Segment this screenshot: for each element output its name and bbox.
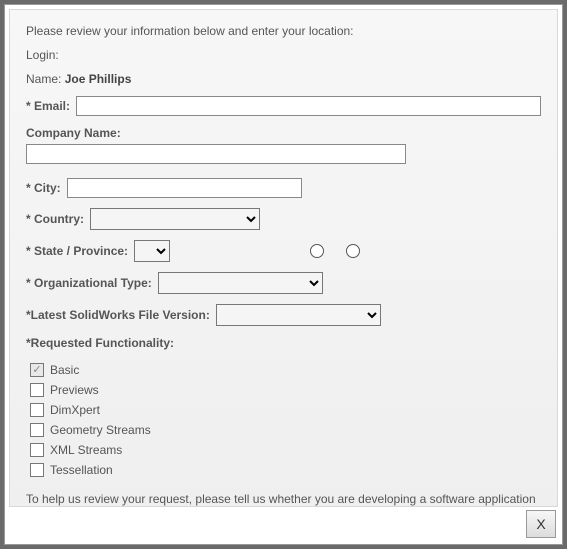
orgtype-row: * Organizational Type: [26,272,541,294]
checkbox-previews[interactable] [30,383,44,397]
filever-select[interactable] [216,304,381,326]
email-row: * Email: [26,96,541,116]
check-icon: ✓ [32,365,41,376]
checkbox-label: XML Streams [50,443,122,457]
close-icon: X [536,516,545,532]
country-select[interactable] [90,208,260,230]
city-label: * City: [26,181,61,195]
filever-label: *Latest SolidWorks File Version: [26,308,210,322]
intro-text: Please review your information below and… [26,24,541,38]
orgtype-label: * Organizational Type: [26,276,152,290]
city-input[interactable] [67,178,302,198]
checkbox-xml-streams[interactable] [30,443,44,457]
checkbox-geometry-streams[interactable] [30,423,44,437]
functionality-label: *Requested Functionality: [26,336,535,350]
checkbox-label: Previews [50,383,99,397]
company-label-row: Company Name: [26,126,541,140]
footer-question: To help us review your request, please t… [26,492,541,507]
city-row: * City: [26,178,541,198]
checkbox-label: Tessellation [50,463,113,477]
company-label: Company Name: [26,126,121,140]
name-value: Joe Phillips [65,72,132,86]
radio-option-2[interactable] [346,244,360,258]
email-input[interactable] [76,96,541,116]
name-row: Name: Joe Phillips [26,72,541,86]
checkbox-label: Basic [50,363,79,377]
checkbox-dimxpert[interactable] [30,403,44,417]
list-item: Tessellation [30,460,541,480]
country-label: * Country: [26,212,84,226]
email-label: * Email: [26,99,70,113]
company-name-input[interactable] [26,144,406,164]
list-item: ✓ Basic [30,360,541,380]
country-row: * Country: [26,208,541,230]
close-button[interactable]: X [526,510,556,538]
checkbox-label: DimXpert [50,403,100,417]
state-select[interactable] [134,240,170,262]
list-item: XML Streams [30,440,541,460]
company-input-row [26,144,541,164]
list-item: Geometry Streams [30,420,541,440]
dialog-footer: X [9,508,558,540]
login-label: Login: [26,48,541,62]
orgtype-select[interactable] [158,272,323,294]
radio-option-1[interactable] [310,244,324,258]
functionality-list: ✓ Basic Previews DimXpert Geometry Strea… [30,360,541,480]
state-label: * State / Province: [26,244,128,258]
checkbox-tessellation[interactable] [30,463,44,477]
checkbox-label: Geometry Streams [50,423,151,437]
radio-group [310,244,360,258]
name-label: Name: [26,72,61,86]
state-row: * State / Province: [26,240,541,262]
list-item: DimXpert [30,400,541,420]
checkbox-basic: ✓ [30,363,44,377]
list-item: Previews [30,380,541,400]
form-scroll-area[interactable]: Please review your information below and… [9,9,558,507]
filever-row: *Latest SolidWorks File Version: [26,304,541,326]
